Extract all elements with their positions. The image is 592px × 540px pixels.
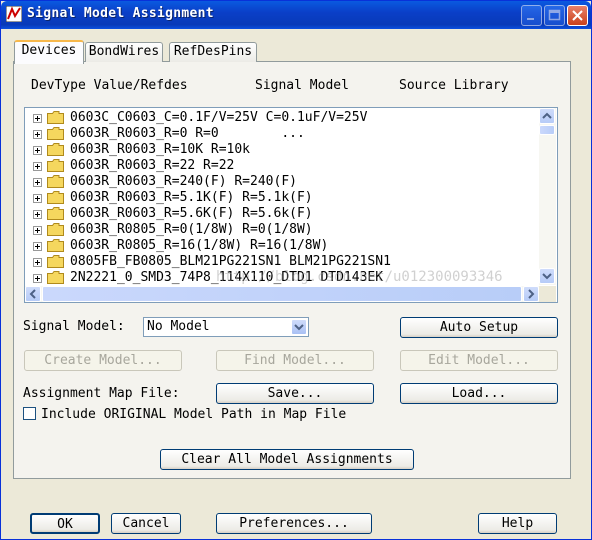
tree-row-label: 0603R_R0603_R=5.1K(F) R=5.1k(F) [70, 190, 313, 205]
horizontal-scroll-thumb[interactable] [42, 286, 522, 302]
folder-icon [47, 255, 64, 268]
tree-row[interactable]: 0603R_R0603_R=5.6K(F) R=5.6k(F) [33, 206, 313, 222]
clear-all-assignments-button[interactable]: Clear All Model Assignments [160, 449, 414, 470]
vertical-scroll-thumb[interactable] [539, 125, 555, 135]
tree-row-label: 0603R_R0603_R=0 R=0 ... [70, 126, 305, 141]
include-original-checkbox[interactable] [23, 407, 36, 420]
scroll-left-button[interactable] [25, 286, 41, 302]
signal-model-label: Signal Model: [23, 319, 125, 334]
tree-row-label: 0603R_R0603_R=5.6K(F) R=5.6k(F) [70, 206, 313, 221]
expand-icon[interactable] [33, 194, 42, 203]
tree-row[interactable]: 0603C_C0603_C=0.1F/V=25V C=0.1uF/V=25V [33, 110, 367, 126]
dropdown-button[interactable] [291, 319, 307, 335]
preferences-button[interactable]: Preferences... [216, 513, 372, 534]
create-model-button[interactable]: Create Model... [24, 350, 182, 371]
expand-icon[interactable] [33, 114, 42, 123]
tree-row[interactable]: 0603R_R0805_R=0(1/8W) R=0(1/8W) [33, 222, 313, 238]
find-model-button[interactable]: Find Model... [216, 350, 374, 371]
expand-icon[interactable] [33, 130, 42, 139]
tree-row-label: 0603R_R0603_R=240(F) R=240(F) [70, 174, 297, 189]
folder-icon [47, 127, 64, 140]
scroll-corner [539, 286, 556, 302]
expand-icon[interactable] [33, 178, 42, 187]
scroll-up-button[interactable] [539, 108, 555, 124]
close-icon [572, 10, 583, 21]
minimize-button[interactable] [521, 5, 542, 26]
tab-refdespins[interactable]: RefDesPins [169, 42, 257, 62]
expand-icon[interactable] [33, 226, 42, 235]
folder-icon [47, 143, 64, 156]
folder-icon [47, 159, 64, 172]
arrow-left-icon [29, 289, 36, 299]
signal-model-select[interactable]: No Model [143, 317, 309, 337]
expand-icon[interactable] [33, 146, 42, 155]
assignment-map-label: Assignment Map File: [23, 386, 180, 401]
signal-model-value: No Model [147, 319, 210, 334]
tree-row[interactable]: 0603R_R0603_R=22 R=22 [33, 158, 234, 174]
folder-icon [47, 191, 64, 204]
save-button[interactable]: Save... [216, 383, 374, 404]
arrow-down-icon [542, 273, 552, 280]
scroll-down-button[interactable] [539, 268, 555, 284]
arrow-right-icon [528, 289, 535, 299]
title-bar[interactable]: Signal Model Assignment [1, 1, 591, 29]
app-icon [6, 6, 22, 22]
tree-row[interactable]: 0603R_R0603_R=240(F) R=240(F) [33, 174, 297, 190]
expand-icon[interactable] [33, 242, 42, 251]
tree-row[interactable]: 0603R_R0805_R=16(1/8W) R=16(1/8W) [33, 238, 328, 254]
folder-icon [47, 223, 64, 236]
column-header-signal-model: Signal Model [255, 78, 349, 93]
tree-row-label: 0603R_R0805_R=0(1/8W) R=0(1/8W) [70, 222, 313, 237]
folder-icon [47, 175, 64, 188]
folder-icon [47, 207, 64, 220]
expand-icon[interactable] [33, 274, 42, 283]
expand-icon[interactable] [33, 258, 42, 267]
tab-bondwires[interactable]: BondWires [85, 42, 163, 62]
horizontal-scrollbar[interactable] [25, 286, 539, 302]
column-header-source-library: Source Library [399, 78, 509, 93]
expand-icon[interactable] [33, 162, 42, 171]
maximize-button[interactable] [544, 5, 565, 26]
tree-row[interactable]: 0603R_R0603_R=5.1K(F) R=5.1k(F) [33, 190, 313, 206]
tree-row-label: 0603R_R0603_R=10K R=10k [70, 142, 251, 157]
tree-row[interactable]: 0603R_R0603_R=10K R=10k [33, 142, 250, 158]
help-button[interactable]: Help [478, 513, 557, 534]
tab-devices[interactable]: Devices [14, 40, 84, 64]
window-title: Signal Model Assignment [27, 6, 214, 21]
folder-icon [47, 271, 64, 284]
ok-button[interactable]: OK [30, 513, 100, 534]
watermark: http://blog.csdn.net/u012300093346 [216, 269, 503, 285]
scroll-right-button[interactable] [523, 286, 539, 302]
chevron-down-icon [294, 324, 304, 331]
minimize-icon [527, 18, 534, 20]
maximize-icon [548, 9, 561, 21]
tree-row[interactable]: 2N2221_0_SMD3_74P8_114X110_DTD1 DTD143EK [33, 270, 383, 286]
tree-row[interactable]: 0603R_R0603_R=0 R=0 ... [33, 126, 305, 142]
include-original-label: Include ORIGINAL Model Path in Map File [41, 407, 347, 422]
tree-row-label: 0603R_R0603_R=22 R=22 [70, 158, 235, 173]
tree-row[interactable]: 0805FB_FB0805_BLM21PG221SN1 BLM21PG221SN… [33, 254, 391, 270]
load-button[interactable]: Load... [400, 383, 558, 404]
tree-row-label: 0603C_C0603_C=0.1F/V=25V C=0.1uF/V=25V [70, 110, 368, 125]
expand-icon[interactable] [33, 210, 42, 219]
signal-model-assignment-window: Signal Model Assignment Devices BondWire… [0, 0, 592, 540]
edit-model-button[interactable]: Edit Model... [400, 350, 558, 371]
column-header-devtype: DevType Value/Refdes [31, 78, 188, 93]
tree-row-label: 0805FB_FB0805_BLM21PG221SN1 BLM21PG221SN… [70, 254, 391, 269]
auto-setup-button[interactable]: Auto Setup [400, 317, 558, 338]
tree-row-label: 0603R_R0805_R=16(1/8W) R=16(1/8W) [70, 238, 329, 253]
arrow-up-icon [542, 112, 552, 119]
folder-icon [47, 111, 64, 124]
close-button[interactable] [567, 5, 588, 26]
vertical-scrollbar[interactable] [539, 108, 556, 285]
cancel-button[interactable]: Cancel [111, 513, 181, 534]
folder-icon [47, 239, 64, 252]
